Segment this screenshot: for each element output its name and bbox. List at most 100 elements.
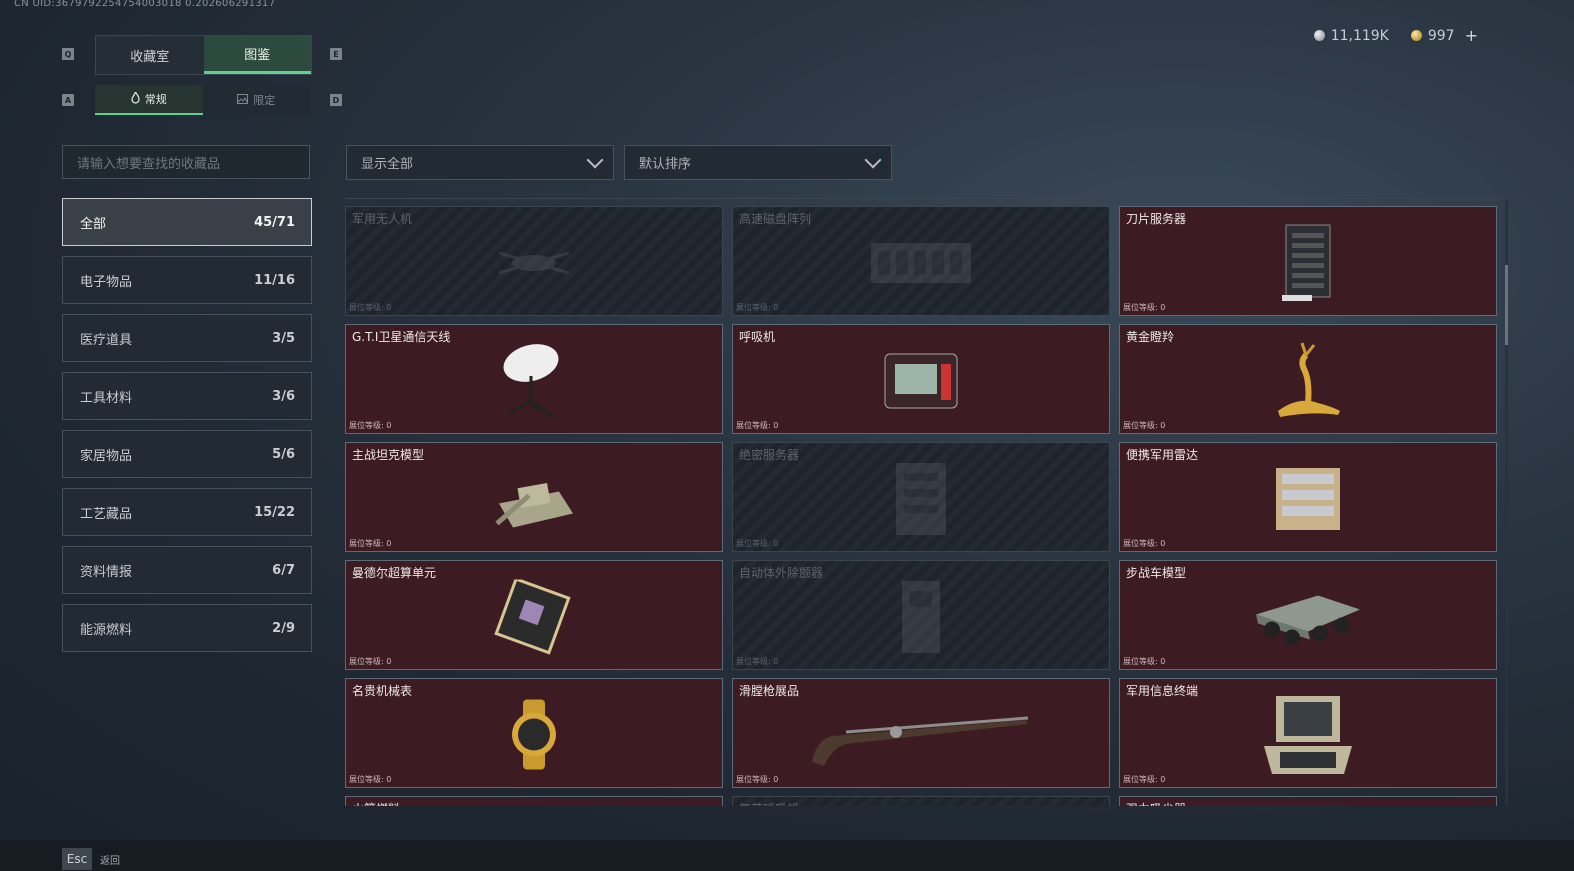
category-list: 全部 45/71 电子物品 11/16 医疗道具 3/5 工具材料 3/6 家居… xyxy=(62,198,312,662)
chevron-down-icon xyxy=(864,151,882,168)
item-name: 复苏呼吸机 xyxy=(739,800,799,806)
picture-icon xyxy=(237,93,249,107)
key-hint-e: E xyxy=(330,48,342,60)
item-display-level: 展位等级: 0 xyxy=(1123,421,1166,430)
watch-icon xyxy=(499,698,569,777)
category-label: 工艺藏品 xyxy=(80,506,133,522)
blade-server-icon xyxy=(1278,223,1338,307)
display-filter-value: 显示全部 xyxy=(361,157,414,172)
gold-amount: 997 xyxy=(1427,27,1455,44)
collection-item-card[interactable]: 主战坦克模型展位等级: 0 xyxy=(345,442,723,552)
collection-item-card[interactable]: 呼吸机展位等级: 0 xyxy=(732,324,1110,434)
collection-item-card[interactable]: G.T.I卫星通信天线 展位等级: 0 xyxy=(345,324,723,434)
subtab-regular[interactable]: 常规 xyxy=(95,85,203,115)
category-count: 2/9 xyxy=(272,620,295,636)
category-electronics[interactable]: 电子物品 11/16 xyxy=(62,256,312,304)
category-all[interactable]: 全部 45/71 xyxy=(62,198,312,246)
tab-catalog[interactable]: 图鉴 xyxy=(203,36,311,74)
back-button[interactable]: Esc 返回 xyxy=(62,848,120,870)
item-grid-viewport: 军用无人机 展位等级: 0 高速磁盘阵列 展位等级: 0 刀片服务器 展位等级: 0 G.T… xyxy=(345,198,1510,806)
category-label: 全部 xyxy=(80,216,107,232)
item-display-level: 展位等级: 0 xyxy=(349,539,392,548)
add-currency-button[interactable]: + xyxy=(1465,26,1478,45)
collection-item-card[interactable]: 火箭燃料 xyxy=(345,796,723,806)
search-placeholder: 请输入想要查找的收藏品 xyxy=(77,156,221,172)
radar-icon xyxy=(1268,464,1348,538)
item-display-level: 展位等级: 0 xyxy=(736,303,779,312)
collection-item-card[interactable]: 黄金瞪羚展位等级: 0 xyxy=(1119,324,1497,434)
search-input[interactable]: 请输入想要查找的收藏品 xyxy=(62,145,310,179)
item-name: 军用信息终端 xyxy=(1126,684,1199,698)
item-display-level: 展位等级: 0 xyxy=(1123,657,1166,666)
collection-item-card[interactable]: 军用无人机 展位等级: 0 xyxy=(345,206,723,316)
item-name: G.T.I卫星通信天线 xyxy=(352,330,451,344)
item-display-level: 展位等级: 0 xyxy=(1123,303,1166,312)
musket-icon xyxy=(806,700,1036,774)
back-label: 返回 xyxy=(100,855,120,867)
collection-item-card[interactable]: 便携军用雷达 展位等级: 0 xyxy=(1119,442,1497,552)
secret-server-icon xyxy=(886,459,956,543)
category-count: 5/6 xyxy=(272,446,295,462)
item-grid: 军用无人机 展位等级: 0 高速磁盘阵列 展位等级: 0 刀片服务器 展位等级: 0 G.T… xyxy=(345,206,1497,806)
collection-item-card[interactable]: 绝密服务器展位等级: 0 xyxy=(732,442,1110,552)
category-intel[interactable]: 资料情报 6/7 xyxy=(62,546,312,594)
subtab-limited-label: 限定 xyxy=(253,94,276,107)
satellite-dish-icon xyxy=(499,341,569,425)
collection-item-card[interactable]: 高速磁盘阵列 展位等级: 0 xyxy=(732,206,1110,316)
collection-item-card[interactable]: 名贵机械表 展位等级: 0 xyxy=(345,678,723,788)
esc-key: Esc xyxy=(62,848,92,870)
display-filter-dropdown[interactable]: 显示全部 xyxy=(346,145,614,180)
item-name: 自动体外除颤器 xyxy=(739,566,824,580)
item-name: 强力吸尘器 xyxy=(1126,800,1186,806)
category-label: 能源燃料 xyxy=(80,622,133,638)
tab-collection-room[interactable]: 收藏室 xyxy=(96,36,204,74)
item-display-level: 展位等级: 0 xyxy=(349,303,392,312)
gold-currency: 997 + xyxy=(1410,26,1478,45)
collection-item-card[interactable]: 自动体外除颤器展位等级: 0 xyxy=(732,560,1110,670)
item-display-level: 展位等级: 0 xyxy=(736,657,779,666)
collection-item-card[interactable]: 步战车模型展位等级: 0 xyxy=(1119,560,1497,670)
category-count: 3/6 xyxy=(272,388,295,404)
terminal-icon xyxy=(1258,694,1358,780)
item-name: 步战车模型 xyxy=(1126,566,1187,580)
category-energy[interactable]: 能源燃料 2/9 xyxy=(62,604,312,652)
collection-item-card[interactable]: 刀片服务器展位等级: 0 xyxy=(1119,206,1497,316)
collection-item-card[interactable]: 军用信息终端展位等级: 0 xyxy=(1119,678,1497,788)
item-name: 黄金瞪羚 xyxy=(1126,330,1175,344)
item-name: 主战坦克模型 xyxy=(352,448,425,462)
category-medical[interactable]: 医疗道具 3/5 xyxy=(62,314,312,362)
collection-item-card[interactable]: 复苏呼吸机 xyxy=(732,796,1110,806)
item-display-level: 展位等级: 0 xyxy=(1123,775,1166,784)
collection-item-card[interactable]: 滑膛枪展品 展位等级: 0 xyxy=(732,678,1110,788)
bottom-bar xyxy=(0,840,1574,871)
item-name: 刀片服务器 xyxy=(1126,212,1187,226)
category-count: 6/7 xyxy=(272,562,295,578)
subtab-regular-label: 常规 xyxy=(144,93,167,106)
category-tools[interactable]: 工具材料 3/6 xyxy=(62,372,312,420)
supercomputer-chip-icon xyxy=(494,577,574,659)
item-display-level: 展位等级: 0 xyxy=(736,775,779,784)
item-display-level: 展位等级: 0 xyxy=(736,539,779,548)
disk-array-icon xyxy=(866,233,976,297)
ventilator-icon xyxy=(881,350,961,416)
ifv-model-icon xyxy=(1248,580,1368,659)
item-name: 曼德尔超算单元 xyxy=(352,566,437,580)
defibrillator-icon xyxy=(896,577,946,661)
category-label: 电子物品 xyxy=(80,274,133,290)
collection-item-card[interactable]: 强力吸尘器 xyxy=(1119,796,1497,806)
collection-item-card[interactable]: 曼德尔超算单元 展位等级: 0 xyxy=(345,560,723,670)
flame-icon xyxy=(131,90,140,107)
sort-dropdown[interactable]: 默认排序 xyxy=(624,145,892,180)
item-name: 呼吸机 xyxy=(739,330,776,344)
silver-coin-icon xyxy=(1313,30,1325,41)
sort-value: 默认排序 xyxy=(639,157,692,172)
gold-coin-icon xyxy=(1410,30,1422,41)
key-hint-a: A xyxy=(62,94,74,106)
gold-gazelle-icon xyxy=(1268,341,1348,425)
item-display-level: 展位等级: 0 xyxy=(736,421,779,430)
category-household[interactable]: 家居物品 5/6 xyxy=(62,430,312,478)
item-name: 绝密服务器 xyxy=(739,448,800,462)
subtab-limited[interactable]: 限定 xyxy=(202,85,310,115)
tank-model-icon xyxy=(489,462,579,541)
category-crafts[interactable]: 工艺藏品 15/22 xyxy=(62,488,312,536)
